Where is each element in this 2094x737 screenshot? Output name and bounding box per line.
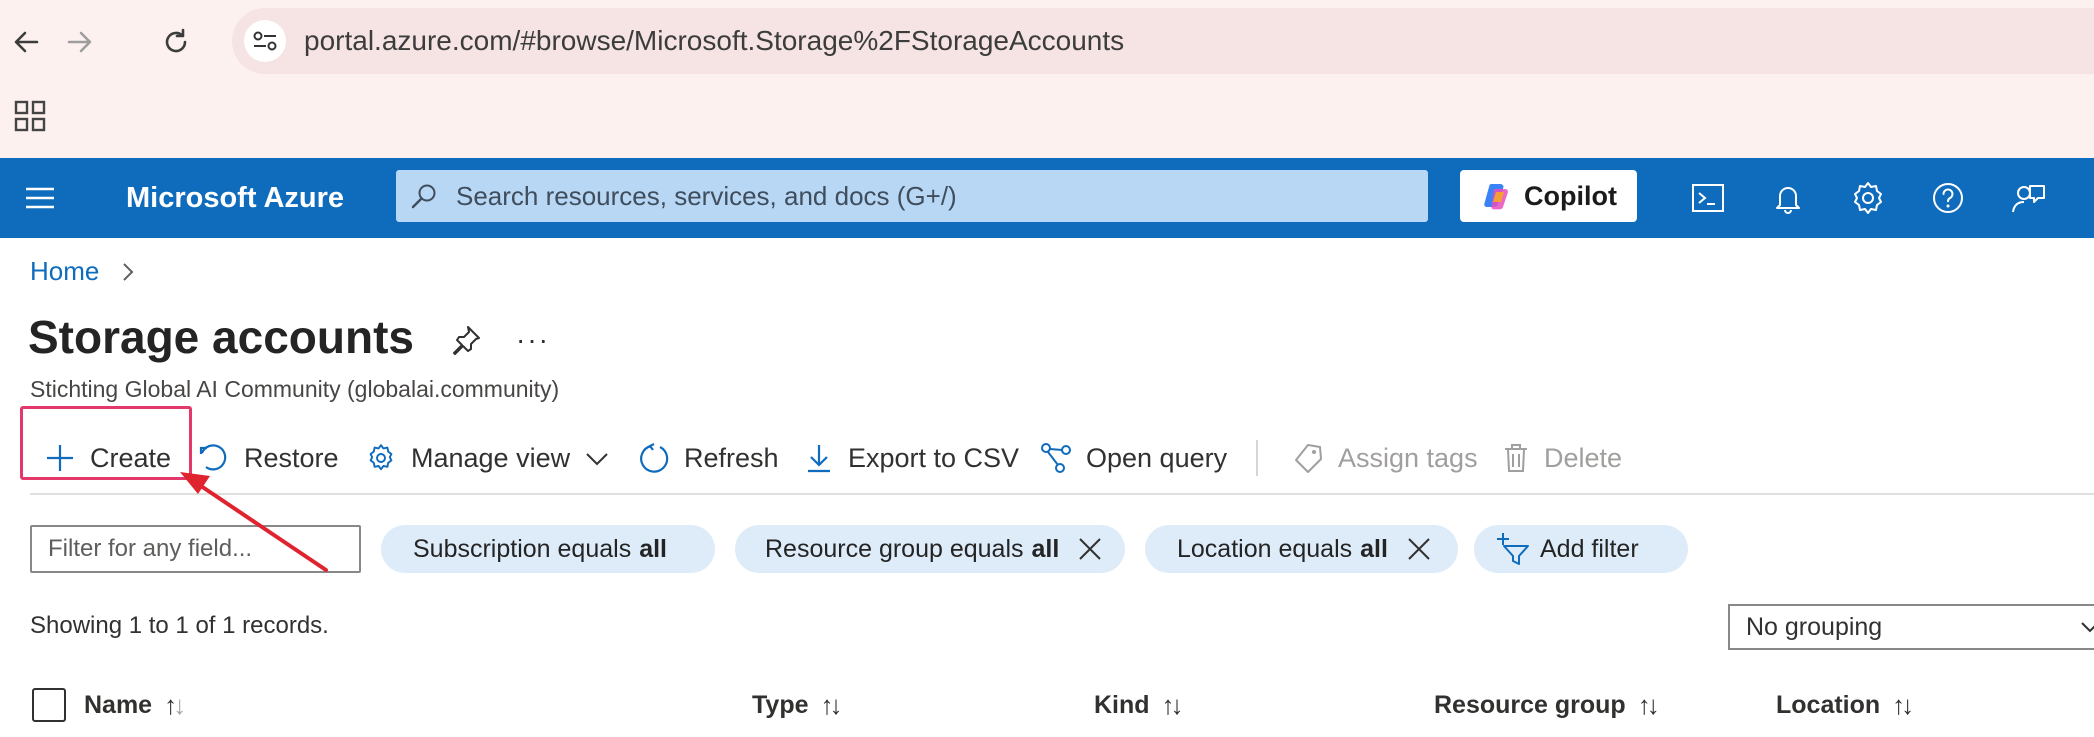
close-icon[interactable] (1077, 536, 1103, 562)
forward-icon[interactable] (58, 20, 102, 64)
browser-toolbar: portal.azure.com/#browse/Microsoft.Stora… (0, 0, 2094, 158)
subscription-filter-label: Subscription equals (413, 534, 632, 563)
more-options-icon[interactable]: ··· (516, 324, 550, 356)
resource-group-filter-pill[interactable]: Resource group equals all (735, 525, 1125, 573)
assign-tags-button[interactable]: Assign tags (1292, 430, 1478, 486)
back-icon[interactable] (4, 20, 48, 64)
tag-icon (1295, 444, 1322, 473)
gear-icon (369, 444, 393, 471)
chevron-down-icon (2081, 622, 2094, 633)
location-filter-pill[interactable]: Location equals all (1145, 525, 1458, 573)
export-csv-label: Export to CSV (848, 442, 1020, 473)
chevron-right-icon (118, 260, 138, 284)
copilot-icon (1482, 182, 1512, 210)
records-count: Showing 1 to 1 of 1 records. (30, 612, 329, 639)
azure-header: Microsoft Azure Search resources, servic… (0, 158, 2094, 238)
subscription-filter-value: all (639, 534, 667, 563)
breadcrumb-home[interactable]: Home (30, 256, 99, 287)
copilot-button[interactable]: Copilot (1460, 170, 1637, 222)
feedback-icon[interactable] (2008, 178, 2048, 218)
global-search-input[interactable]: Search resources, services, and docs (G+… (396, 170, 1428, 222)
column-header-name[interactable]: Name ↑↓ (84, 690, 186, 721)
help-icon[interactable] (1928, 178, 1968, 218)
open-query-label: Open query (1086, 442, 1228, 473)
hamburger-menu-icon[interactable] (22, 180, 58, 216)
refresh-icon (640, 443, 669, 473)
open-query-button[interactable]: Open query (1040, 430, 1227, 486)
command-separator (1256, 440, 1258, 476)
export-csv-button[interactable]: Export to CSV (804, 430, 1019, 486)
subscription-filter-pill[interactable]: Subscription equals all (381, 525, 715, 573)
page-title: Storage accounts (28, 311, 414, 363)
grouping-dropdown[interactable]: No grouping (1728, 604, 2094, 650)
sort-icon[interactable]: ↑↓ (1892, 690, 1914, 721)
sort-icon[interactable]: ↑↓ (821, 690, 843, 721)
column-header-location[interactable]: Location ↑↓ (1776, 690, 1914, 721)
restore-label: Restore (244, 442, 339, 473)
add-filter-icon (1497, 533, 1529, 565)
column-header-resource-group[interactable]: Resource group ↑↓ (1434, 690, 1660, 721)
column-header-label: Name (84, 691, 153, 719)
address-bar[interactable]: portal.azure.com/#browse/Microsoft.Stora… (232, 8, 2094, 74)
cloud-shell-icon[interactable] (1688, 178, 1728, 218)
apps-grid-icon[interactable] (10, 96, 50, 136)
filter-input[interactable]: Filter for any field... (30, 525, 361, 573)
resource-group-filter-value: all (1031, 534, 1060, 563)
select-all-checkbox[interactable] (32, 688, 66, 722)
reload-icon[interactable] (154, 20, 198, 64)
resource-group-filter-label: Resource group equals (765, 534, 1024, 563)
manage-view-button[interactable]: Manage view (365, 430, 610, 486)
copilot-label: Copilot (1524, 181, 1617, 211)
create-highlight-box (20, 406, 192, 480)
settings-icon[interactable] (1848, 178, 1888, 218)
trash-icon (1505, 444, 1527, 472)
pin-icon[interactable] (448, 322, 484, 358)
add-filter-label: Add filter (1540, 534, 1639, 563)
column-header-type[interactable]: Type ↑↓ (752, 690, 843, 721)
manage-view-label: Manage view (411, 442, 571, 473)
grouping-value: No grouping (1746, 613, 1883, 641)
column-header-label: Resource group (1434, 691, 1626, 719)
close-icon[interactable] (1406, 536, 1432, 562)
location-filter-value: all (1360, 534, 1388, 563)
column-header-label: Kind (1094, 691, 1150, 719)
command-bar-divider (30, 493, 2094, 495)
page-subtitle: Stichting Global AI Community (globalai.… (30, 376, 560, 402)
site-info-icon[interactable] (244, 20, 286, 62)
refresh-button[interactable]: Refresh (638, 430, 779, 486)
url-text[interactable]: portal.azure.com/#browse/Microsoft.Stora… (304, 8, 1124, 74)
delete-button[interactable]: Delete (1502, 430, 1622, 486)
column-header-label: Location (1776, 691, 1881, 719)
assign-tags-label: Assign tags (1338, 442, 1478, 473)
restore-button[interactable]: Restore (198, 430, 339, 486)
chevron-down-icon (586, 453, 608, 466)
column-header-kind[interactable]: Kind ↑↓ (1094, 690, 1184, 721)
notifications-icon[interactable] (1768, 178, 1808, 218)
column-header-label: Type (752, 691, 809, 719)
restore-icon (199, 444, 227, 471)
add-filter-button[interactable]: Add filter (1474, 525, 1688, 573)
sort-icon[interactable]: ↑↓ (164, 690, 186, 721)
search-placeholder: Search resources, services, and docs (G+… (456, 181, 957, 211)
query-graph-icon (1041, 443, 1071, 473)
refresh-label: Refresh (684, 442, 779, 473)
search-icon (410, 182, 438, 210)
delete-label: Delete (1544, 442, 1623, 473)
location-filter-label: Location equals (1177, 534, 1353, 563)
filter-placeholder: Filter for any field... (48, 535, 253, 562)
sort-icon[interactable]: ↑↓ (1638, 690, 1660, 721)
download-icon (808, 445, 830, 473)
sort-icon[interactable]: ↑↓ (1162, 690, 1184, 721)
brand-title[interactable]: Microsoft Azure (126, 158, 344, 238)
